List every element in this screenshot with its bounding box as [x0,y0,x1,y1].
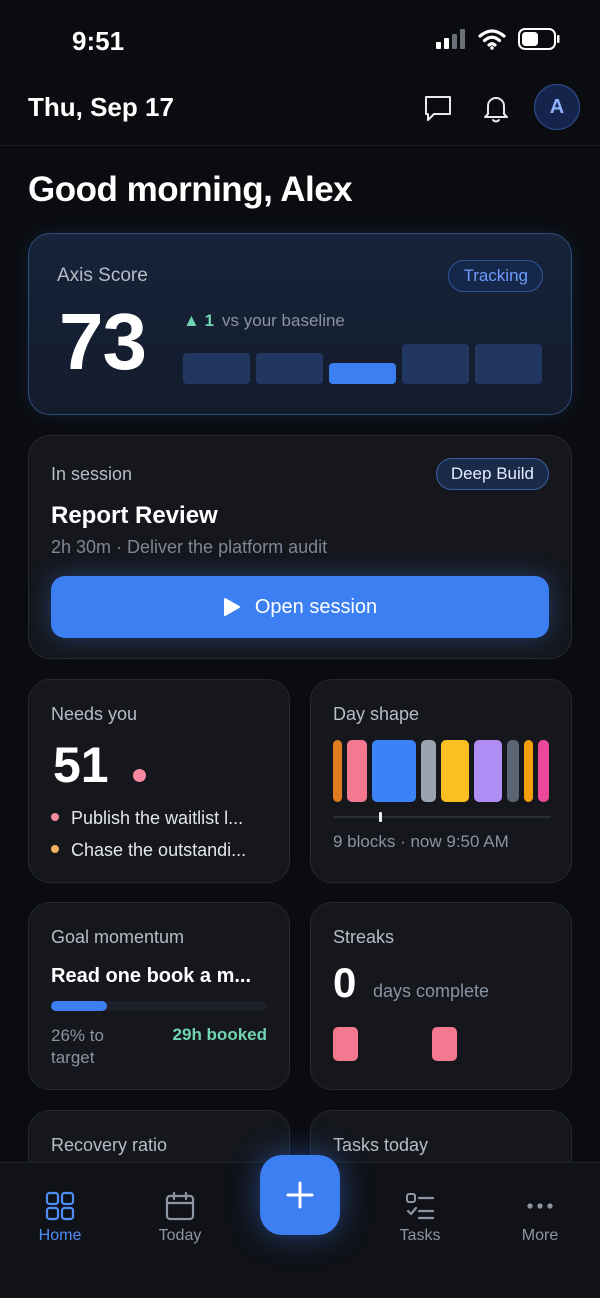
day-block [372,740,416,802]
chat-icon[interactable] [422,92,454,124]
open-session-button[interactable]: Open session [51,576,549,638]
needs-item[interactable]: Publish the waitlist l... [51,808,271,829]
needs-item-label: Chase the outstandi... [71,840,247,860]
recovery-title: Recovery ratio [51,1135,168,1155]
header-date: Thu, Sep 17 [28,92,174,122]
app-header: Thu, Sep 17 A [0,80,600,146]
streak-count: 0 [333,959,357,1006]
session-title: Report Review [51,502,218,529]
nav-today-label: Today [158,1227,202,1244]
day-shape-meta: 9 blocks · now 9:50 AM [333,832,509,851]
needs-title: Needs you [51,704,138,724]
avatar[interactable]: A [534,84,580,130]
delta-up-icon: ▲ 1 [183,311,215,330]
streak-day [531,1027,556,1061]
day-shape-blocks [333,740,551,802]
axis-score-value: 73 [59,297,147,386]
axis-delta-value: 1 [204,311,215,330]
goal-percent: 26% to target [51,1026,104,1068]
axis-delta-text: vs your baseline [222,311,345,330]
day-timeline [333,816,551,818]
streak-day [366,1027,391,1061]
session-card: In session Deep Build Report Review 2h 3… [28,435,572,659]
nav-more[interactable]: More [490,1191,590,1245]
grid-icon [45,1191,75,1221]
nav-tasks-label: Tasks [399,1227,441,1244]
day-block [347,740,367,802]
checklist-icon [406,1193,435,1220]
open-session-label: Open session [254,595,378,618]
status-time: 9:51 [72,26,125,56]
more-icon [527,1203,553,1209]
axis-delta: ▲ 1 vs your baseline [183,311,345,331]
day-block [538,740,549,802]
battery-icon [518,28,560,50]
streaks-card[interactable]: Streaks 0 days complete [310,902,572,1090]
wifi-icon [478,29,506,50]
session-subtitle: 2h 30m · Deliver the platform audit [51,537,328,557]
needs-alert-dot [133,769,146,782]
streak-label: days complete [373,981,490,1001]
nav-tasks[interactable]: Tasks [370,1191,470,1245]
greeting: Good morning, Alex [28,170,353,209]
bullet-icon [51,845,59,854]
play-icon [223,598,240,616]
streak-day [465,1027,490,1061]
day-block [507,740,519,802]
session-label: In session [51,464,133,484]
day-block [333,740,342,802]
axis-bar [475,344,542,384]
status-icons [436,28,560,50]
axis-bar [183,353,250,384]
bell-icon[interactable] [480,92,512,124]
streak-days [333,1027,556,1061]
add-button[interactable] [260,1155,340,1235]
signal-icon [436,29,465,49]
day-block [421,740,436,802]
streak-day [399,1027,424,1061]
day-block [441,740,469,802]
day-block [474,740,502,802]
plus-icon [286,1181,314,1209]
day-shape-card[interactable]: Day shape 9 blocks · now 9:50 AM [310,679,572,883]
needs-item-label: Publish the waitlist l... [71,808,244,828]
goal-momentum-card[interactable]: Goal momentum Read one book a m... 26% t… [28,902,290,1090]
tasks-today-title: Tasks today [333,1135,429,1155]
nav-today[interactable]: Today [130,1191,230,1245]
axis-bar-current [329,363,396,384]
goal-booked: 29h booked [172,1025,267,1044]
session-badge: Deep Build [435,458,549,490]
goal-name: Read one book a m... [51,965,252,987]
status-bar: 9:51 [0,0,600,80]
axis-bar [256,353,323,384]
day-shape-title: Day shape [333,704,420,724]
nav-more-label: More [521,1227,559,1244]
streak-day [498,1027,523,1061]
needs-item[interactable]: Chase the outstandi... [51,840,271,861]
bullet-icon [51,813,59,822]
now-marker [379,812,382,822]
needs-you-card[interactable]: Needs you 51 Publish the waitlist l... C… [28,679,290,883]
streak-day-complete [432,1027,457,1061]
calendar-icon [165,1191,195,1221]
goal-progress-bar [51,1001,267,1011]
needs-count: 51 [53,737,109,793]
streaks-title: Streaks [333,927,395,947]
axis-bars [183,344,542,384]
nav-home[interactable]: Home [10,1191,110,1245]
nav-home-label: Home [38,1227,82,1244]
day-block [524,740,533,802]
goal-progress-fill [51,1001,108,1011]
axis-bar [402,344,469,384]
tracking-badge: Tracking [448,260,543,292]
axis-score-card[interactable]: Axis Score Tracking 73 ▲ 1 vs your baseli… [28,233,572,415]
goal-title: Goal momentum [51,927,185,947]
axis-score-label: Axis Score [57,265,148,286]
streak-day-complete [333,1027,358,1061]
